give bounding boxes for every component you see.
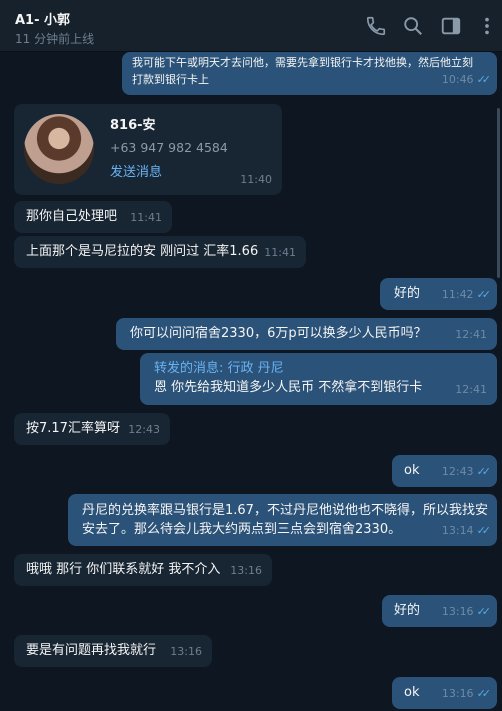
message-incoming[interactable]: 上面那个是马尼拉的安 刚问过 汇率1.66 11:41 <box>14 236 306 268</box>
message-incoming[interactable]: 要是有问题再找我就行 13:16 <box>14 635 212 667</box>
send-message-link[interactable]: 发送消息 <box>110 163 162 183</box>
contact-phone: +63 947 982 4584 <box>110 140 228 155</box>
scrollbar-thumb[interactable] <box>497 108 500 278</box>
message-time: 11:41 <box>130 211 162 224</box>
message-outgoing[interactable]: 你可以问问宿舍2330，6万p可以换多少人民币吗？ 12:41 <box>116 318 497 350</box>
search-icon[interactable] <box>402 15 424 37</box>
message-text-line: 丹尼的兑换率跟马银行是1.67，不过丹尼他说他也不晓得，所以我找安 <box>82 503 488 518</box>
message-text: 你可以问问宿舍2330，6万p可以换多少人民币吗？ <box>130 326 427 341</box>
double-check-icon: ✓✓ <box>476 288 492 301</box>
message-time: 11:40 <box>240 173 272 186</box>
message-time: 11:41 <box>264 246 296 259</box>
message-time: 13:16 <box>230 564 262 577</box>
message-outgoing[interactable]: 好的 11:42 ✓✓ <box>380 278 497 310</box>
message-incoming[interactable]: 哦哦 那行 你们联系就好 我不介入 13:16 <box>14 554 272 586</box>
double-check-icon: ✓✓ <box>476 465 492 478</box>
message-time: 12:43 ✓✓ <box>441 465 492 478</box>
message-outgoing[interactable]: 好的 13:16 ✓✓ <box>382 595 497 627</box>
message-incoming[interactable]: 那你自己处理吧 11:41 <box>14 201 172 233</box>
message-outgoing[interactable]: 丹尼的兑换率跟马银行是1.67，不过丹尼他说他也不晓得，所以我找安 安去了。那么… <box>68 494 497 546</box>
message-time: 11:42 ✓✓ <box>441 288 492 301</box>
message-text-line: 我可能下午或明天才去问他，需要先拿到银行卡才找他换，然后他立刻 <box>132 56 473 69</box>
contact-card[interactable]: 816-安 +63 947 982 4584 发送消息 11:40 <box>14 104 282 195</box>
last-seen-status: 11 分钟前上线 <box>15 32 95 46</box>
contact-name: 816-安 <box>110 118 156 133</box>
sidebar-toggle-icon[interactable] <box>440 15 462 37</box>
forwarded-from-label[interactable]: 转发的消息: 行政 丹尼 <box>154 359 284 379</box>
chat-title[interactable]: A1- 小郭 <box>15 9 70 28</box>
message-text: 按7.17汇率算呀 <box>26 421 120 436</box>
double-check-icon: ✓✓ <box>476 687 492 700</box>
message-outgoing[interactable]: ok 12:43 ✓✓ <box>392 455 497 487</box>
message-time: 12:41 <box>455 328 487 341</box>
phone-icon[interactable] <box>365 15 387 37</box>
message-list[interactable]: 我可能下午或明天才去问他，需要先拿到银行卡才找他换，然后他立刻 打款到银行卡上 … <box>0 52 502 711</box>
double-check-icon: ✓✓ <box>476 73 492 86</box>
message-text: 那你自己处理吧 <box>26 209 118 224</box>
message-time: 10:46 ✓✓ <box>441 73 492 86</box>
message-time: 12:43 <box>128 423 160 436</box>
message-text: 好的 <box>394 286 421 301</box>
message-text: 恩 你先给我知道多少人民币 不然拿不到银行卡 <box>154 380 423 395</box>
message-text: 好的 <box>394 603 421 618</box>
message-outgoing[interactable]: 我可能下午或明天才去问他，需要先拿到银行卡才找他换，然后他立刻 打款到银行卡上 … <box>122 52 497 95</box>
message-text: ok <box>404 685 420 700</box>
message-time: 13:16 ✓✓ <box>441 687 492 700</box>
chat-header: A1- 小郭 11 分钟前上线 <box>0 0 502 52</box>
message-text: 上面那个是马尼拉的安 刚问过 汇率1.66 <box>26 244 259 259</box>
contact-avatar[interactable] <box>24 114 94 184</box>
message-outgoing[interactable]: ok 13:16 ✓✓ <box>392 677 497 709</box>
message-text-line: 打款到银行卡上 <box>132 73 209 86</box>
message-text: 哦哦 那行 你们联系就好 我不介入 <box>26 562 221 577</box>
message-time: 13:16 <box>170 645 202 658</box>
message-incoming[interactable]: 按7.17汇率算呀 12:43 <box>14 413 170 445</box>
message-time: 12:41 <box>455 383 487 396</box>
forwarded-message[interactable]: 转发的消息: 行政 丹尼 恩 你先给我知道多少人民币 不然拿不到银行卡 12:4… <box>140 353 497 405</box>
message-text: ok <box>404 463 420 478</box>
message-time: 13:14 ✓✓ <box>441 524 492 537</box>
message-time: 13:16 ✓✓ <box>441 605 492 618</box>
double-check-icon: ✓✓ <box>476 605 492 618</box>
more-vertical-icon[interactable] <box>476 15 498 37</box>
message-text-line: 安去了。那么待会儿我大约两点到三点会到宿舍2330。 <box>82 522 402 537</box>
message-text: 要是有问题再找我就行 <box>26 643 157 658</box>
double-check-icon: ✓✓ <box>476 524 492 537</box>
